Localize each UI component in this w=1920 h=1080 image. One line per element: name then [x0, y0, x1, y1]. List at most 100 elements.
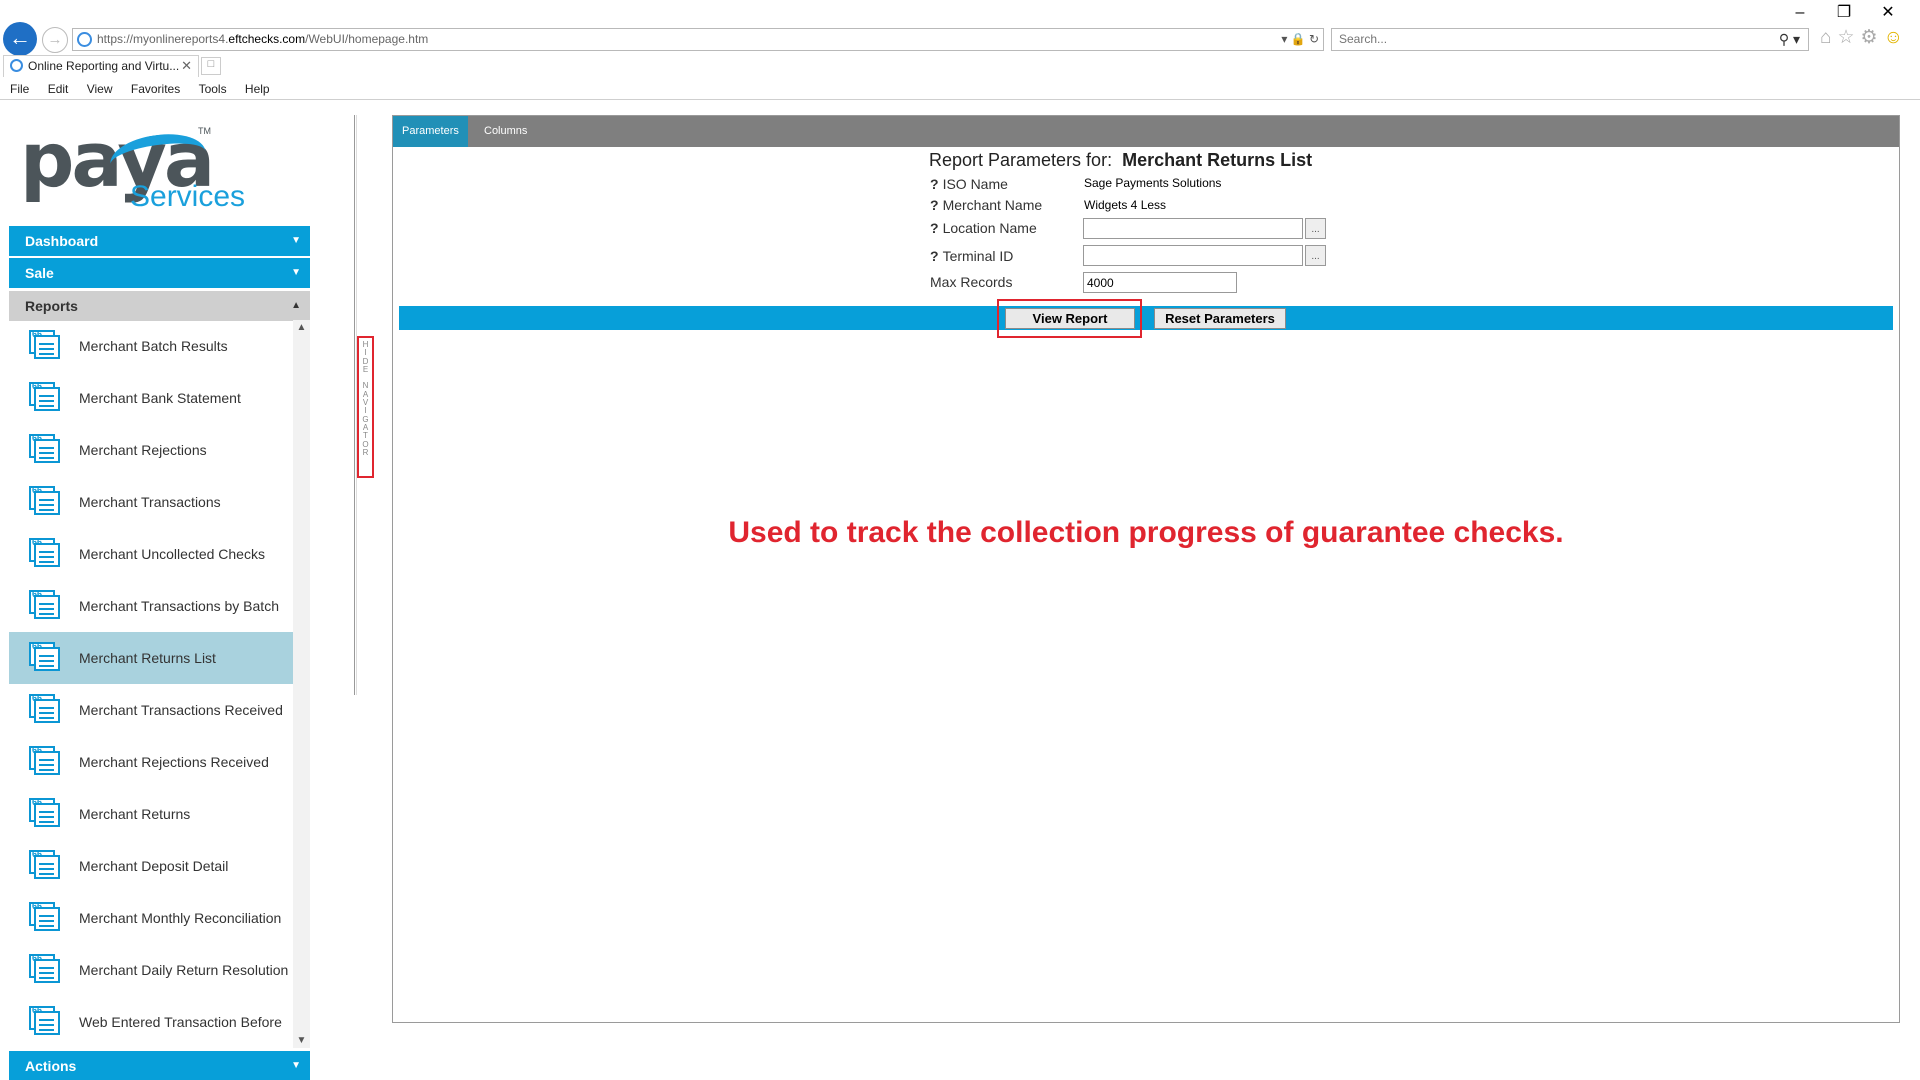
menu-bar: File Edit View Favorites Tools Help	[0, 79, 275, 99]
max-records-input[interactable]	[1083, 272, 1237, 293]
report-parameters-panel: Parameters Columns Report Parameters for…	[392, 115, 1900, 1023]
scroll-down-icon[interactable]: ▼	[293, 1035, 310, 1046]
feedback-smiley-icon[interactable]: ☺	[1884, 27, 1909, 48]
tab-title: Online Reporting and Virtu...	[28, 59, 180, 73]
gear-icon[interactable]: ⚙	[1861, 27, 1884, 48]
tab-columns[interactable]: Columns	[475, 116, 536, 147]
report-item[interactable]: 66 Merchant Rejections	[9, 424, 293, 476]
panel-tab-bar: Parameters Columns	[393, 116, 1899, 147]
merchant-name-value: Widgets 4 Less	[1084, 198, 1167, 212]
browser-tab[interactable]: Online Reporting and Virtu... ✕	[3, 55, 199, 77]
report-item[interactable]: 66 Merchant Returns List	[9, 632, 293, 684]
report-item[interactable]: 66 Merchant Transactions by Batch	[9, 580, 293, 632]
report-document-icon: 66	[29, 433, 61, 464]
menu-tools[interactable]: Tools	[199, 79, 227, 99]
params-title: Report Parameters for: Merchant Returns L…	[929, 150, 1312, 171]
report-item[interactable]: 66 Merchant Transactions	[9, 476, 293, 528]
restore-icon[interactable]: ❐	[1822, 2, 1866, 22]
highlight-box	[997, 299, 1142, 338]
report-item[interactable]: 66 Merchant Returns	[9, 788, 293, 840]
nav-sale-label: Sale	[25, 265, 54, 281]
tab-parameters[interactable]: Parameters	[393, 116, 468, 147]
annotation-text: Used to track the collection progress of…	[728, 516, 1564, 549]
nav-actions-label: Actions	[25, 1058, 77, 1074]
report-item-label: Merchant Rejections	[79, 442, 207, 458]
terminal-id-input[interactable]	[1083, 245, 1303, 266]
help-icon[interactable]: ?	[930, 197, 939, 213]
location-name-input[interactable]	[1083, 218, 1303, 239]
search-box[interactable]: ⚲ ▾	[1331, 28, 1809, 51]
menu-edit[interactable]: Edit	[48, 79, 69, 99]
report-item-label: Merchant Monthly Reconciliation	[79, 910, 282, 926]
menu-view[interactable]: View	[87, 79, 113, 99]
report-item[interactable]: 66 Merchant Rejections Received	[9, 736, 293, 788]
chrome-divider	[0, 99, 1920, 100]
paya-services-logo: paya TM Services	[20, 122, 250, 214]
report-list: 66 Merchant Batch Results 66 Merchant Bank …	[9, 320, 293, 1048]
report-document-icon: 66	[29, 693, 61, 724]
iso-name-value: Sage Payments Solutions	[1084, 176, 1222, 190]
address-bar[interactable]: https://myonlinereports4.eftchecks.com/W…	[72, 28, 1324, 51]
nav-sale[interactable]: Sale ▼	[9, 258, 310, 288]
report-document-icon: 66	[29, 797, 61, 828]
report-item[interactable]: 66 Merchant Daily Return Resolution	[9, 944, 293, 996]
params-title-prefix: Report Parameters for:	[929, 150, 1113, 170]
nav-actions[interactable]: Actions ▼	[9, 1051, 310, 1080]
nav-reports[interactable]: Reports ▲	[9, 291, 310, 321]
report-item[interactable]: 66 Merchant Monthly Reconciliation	[9, 892, 293, 944]
report-item-label: Merchant Transactions by Batch	[79, 598, 279, 614]
back-arrow-icon[interactable]: ←	[3, 22, 37, 56]
menu-help[interactable]: Help	[245, 79, 270, 99]
report-item-label: Merchant Rejections Received	[79, 754, 269, 770]
tab-row: Online Reporting and Virtu... ✕ □	[0, 55, 1920, 77]
report-item[interactable]: 66 Merchant Deposit Detail	[9, 840, 293, 892]
caret-down-icon: ▼	[291, 235, 301, 246]
close-window-icon[interactable]: ✕	[1866, 2, 1910, 22]
new-tab-icon[interactable]: □	[201, 57, 221, 75]
reset-parameters-button[interactable]: Reset Parameters	[1154, 308, 1286, 329]
nav-dashboard[interactable]: Dashboard ▼	[9, 226, 310, 256]
report-item[interactable]: 66 Merchant Transactions Received	[9, 684, 293, 736]
logo-services: Services	[130, 180, 246, 213]
nav-dashboard-label: Dashboard	[25, 233, 99, 249]
report-item-label: Merchant Bank Statement	[79, 390, 241, 406]
terminal-browse-button[interactable]: ...	[1305, 245, 1326, 266]
report-document-icon: 66	[29, 381, 61, 412]
terminal-id-label: ? Terminal ID	[930, 248, 1014, 264]
search-icon[interactable]: ⚲ ▾	[1779, 29, 1800, 50]
minimize-icon[interactable]: –	[1778, 4, 1822, 22]
close-tab-icon[interactable]: ✕	[181, 56, 192, 76]
report-item[interactable]: 66 Web Entered Transaction Before	[9, 996, 293, 1048]
ie-page-icon	[77, 32, 92, 47]
caret-down-icon: ▼	[291, 267, 301, 278]
report-item[interactable]: 66 Merchant Uncollected Checks	[9, 528, 293, 580]
merchant-name-label: ? Merchant Name	[930, 197, 1043, 213]
location-browse-button[interactable]: ...	[1305, 218, 1326, 239]
report-document-icon: 66	[29, 641, 61, 672]
report-list-scrollbar[interactable]: ▲ ▼	[293, 320, 310, 1048]
lock-refresh-icons[interactable]: ▾ 🔒 ↻	[1281, 29, 1319, 50]
url-text[interactable]: https://myonlinereports4.eftchecks.com/W…	[97, 29, 428, 50]
help-icon[interactable]: ?	[930, 220, 939, 236]
favorites-star-icon[interactable]: ☆	[1837, 27, 1860, 48]
report-document-icon: 66	[29, 329, 61, 360]
help-icon[interactable]: ?	[930, 176, 939, 192]
iso-name-label: ? ISO Name	[930, 176, 1008, 192]
forward-arrow-icon[interactable]: →	[42, 27, 68, 53]
logo-trademark: TM	[198, 126, 211, 136]
search-input[interactable]	[1332, 32, 1712, 46]
home-icon[interactable]: ⌂	[1820, 27, 1837, 48]
menu-favorites[interactable]: Favorites	[131, 79, 180, 99]
report-item-label: Merchant Deposit Detail	[79, 858, 229, 874]
report-item[interactable]: 66 Merchant Bank Statement	[9, 372, 293, 424]
hide-navigator-button[interactable]: HIDE NAVIGATOR	[357, 336, 374, 478]
report-item-label: Merchant Returns	[79, 806, 191, 822]
report-item[interactable]: 66 Merchant Batch Results	[9, 320, 293, 372]
browser-chrome: ← → https://myonlinereports4.eftchecks.c…	[0, 0, 1920, 100]
report-document-icon: 66	[29, 537, 61, 568]
scroll-up-icon[interactable]: ▲	[293, 322, 310, 333]
report-document-icon: 66	[29, 953, 61, 984]
menu-file[interactable]: File	[10, 79, 29, 99]
nav-reports-label: Reports	[25, 298, 78, 314]
help-icon[interactable]: ?	[930, 248, 939, 264]
